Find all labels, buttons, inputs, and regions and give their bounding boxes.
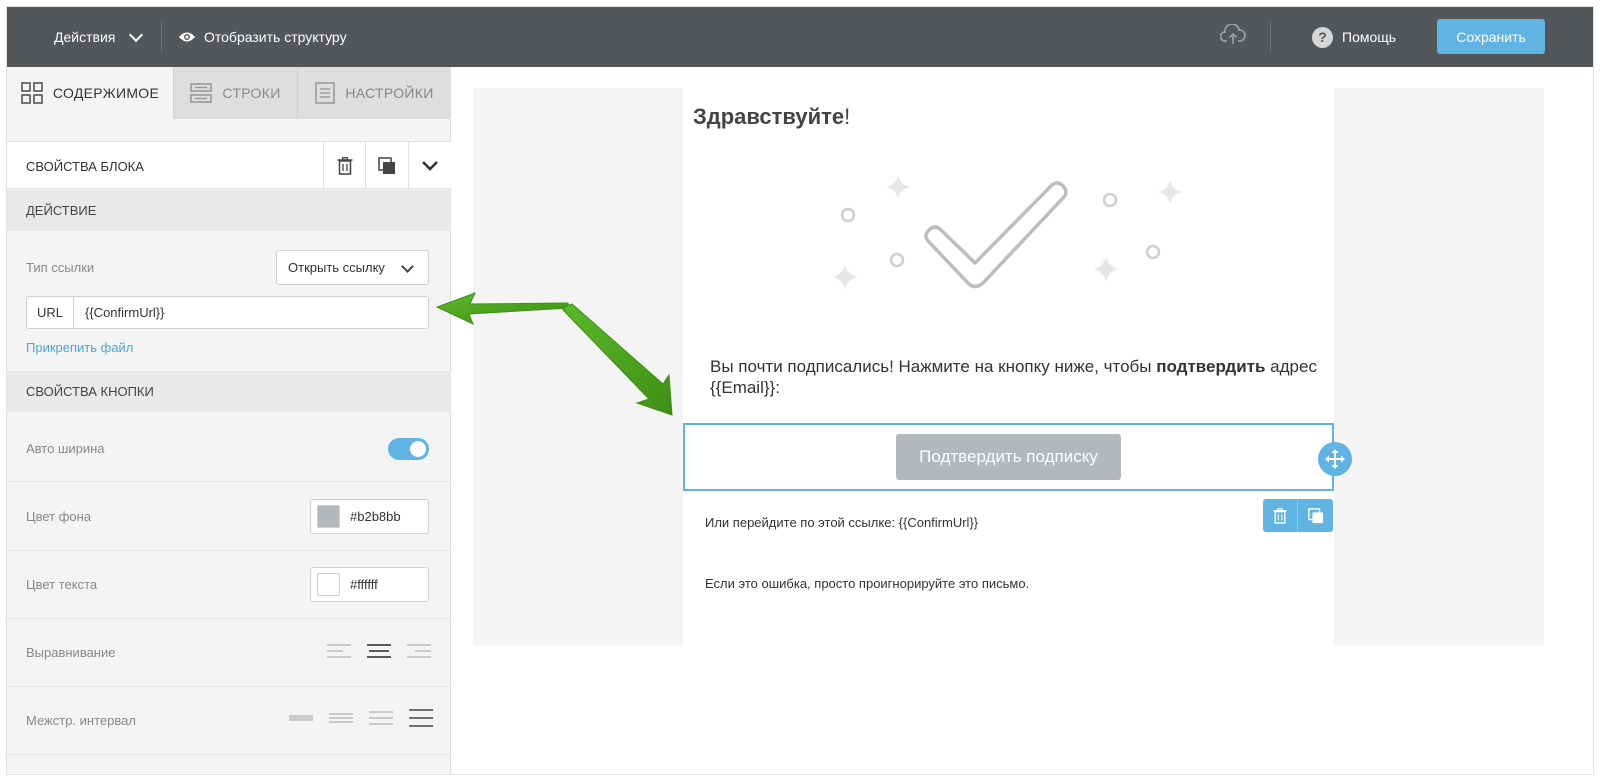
duplicate-block-button[interactable] — [365, 142, 407, 189]
auto-width-toggle[interactable] — [388, 438, 429, 460]
confirm-subscription-button[interactable]: Подтвердить подписку — [896, 434, 1121, 480]
rows-icon — [190, 83, 213, 103]
body-text-pre: Вы почти подписались! Нажмите на кнопку … — [710, 357, 1157, 376]
divider — [7, 618, 451, 619]
auto-width-label: Авто ширина — [26, 441, 105, 456]
chevron-down-icon — [129, 27, 144, 42]
toggle-knob — [410, 441, 426, 457]
grid-icon — [21, 82, 43, 104]
chevron-down-icon — [401, 260, 414, 273]
divider — [7, 686, 451, 687]
chevron-down-icon — [421, 160, 438, 171]
align-left-icon[interactable] — [327, 643, 351, 659]
greeting-bold: Здравствуйте — [693, 104, 845, 129]
align-right-icon[interactable] — [407, 643, 431, 659]
line-height-3-icon[interactable] — [369, 709, 393, 727]
top-toolbar: Действия Отобразить структуру ? Помощь С… — [7, 7, 1593, 67]
bg-color-swatch — [317, 505, 340, 528]
actions-menu-button[interactable]: Действия — [54, 7, 144, 67]
bg-color-label: Цвет фона — [26, 509, 92, 524]
greeting-heading[interactable]: Здравствуйте! — [693, 104, 850, 130]
cloud-upload-button[interactable] — [1219, 23, 1246, 51]
show-structure-button[interactable]: Отобразить структуру — [178, 7, 347, 67]
action-section-header: ДЕЙСТВИЕ — [7, 190, 451, 231]
trash-icon — [337, 156, 352, 175]
confirmation-checkmark-illustration — [832, 175, 1182, 290]
bg-color-picker[interactable]: #b2b8bb — [310, 499, 429, 534]
tab-rows-label: СТРОКИ — [222, 85, 281, 101]
email-body: Здравствуйте! Вы почти подписались! Нажм… — [683, 88, 1352, 645]
divider — [7, 550, 451, 551]
confirm-link-text[interactable]: Или перейдите по этой ссылке: {{ConfirmU… — [705, 515, 978, 530]
move-arrows-icon — [1325, 449, 1345, 469]
align-label: Выравнивание — [26, 645, 116, 660]
delete-block-button[interactable] — [323, 142, 365, 189]
email-canvas: Здравствуйте! Вы почти подписались! Нажм… — [473, 88, 1544, 645]
url-input[interactable]: {{ConfirmUrl}} — [74, 297, 428, 328]
link-type-value: Открыть ссылку — [288, 260, 385, 275]
block-properties-header: СВОЙСТВА БЛОКА — [7, 141, 451, 189]
tab-content[interactable]: СОДЕРЖИМОЕ — [7, 67, 173, 119]
line-height-options — [289, 709, 433, 727]
settings-page-icon — [315, 82, 336, 104]
url-field[interactable]: URL {{ConfirmUrl}} — [26, 296, 429, 329]
divider — [1270, 21, 1271, 53]
tab-settings[interactable]: НАСТРОЙКИ — [297, 67, 451, 119]
greeting-tail: ! — [844, 104, 851, 129]
link-type-label: Тип ссылки — [26, 260, 95, 275]
attach-file-link[interactable]: Прикрепить файл — [26, 340, 133, 355]
save-button[interactable]: Сохранить — [1437, 19, 1545, 54]
actions-label: Действия — [54, 29, 116, 45]
eye-icon — [179, 32, 195, 42]
properties-panel: СОДЕРЖИМОЕ СТРОКИ НАСТРОЙКИ СВОЙСТВА БЛО… — [7, 67, 451, 774]
align-options — [327, 643, 431, 659]
url-prefix-label: URL — [27, 297, 74, 328]
align-center-icon[interactable] — [367, 643, 391, 659]
cloud-upload-icon — [1219, 23, 1246, 44]
collapse-block-button[interactable] — [408, 142, 450, 189]
delete-block-mini-button[interactable] — [1263, 499, 1298, 532]
duplicate-block-mini-button[interactable] — [1298, 499, 1333, 532]
selected-button-block[interactable]: Подтвердить подписку — [683, 423, 1352, 491]
line-height-1-icon[interactable] — [289, 709, 313, 727]
help-button[interactable]: ? Помощь — [1312, 7, 1396, 67]
trash-icon — [1273, 507, 1287, 524]
app-window: Действия Отобразить структуру ? Помощь С… — [6, 6, 1594, 775]
duplicate-icon — [377, 156, 395, 174]
email-body-text[interactable]: Вы почти подписались! Нажмите на кнопку … — [710, 356, 1320, 398]
ignore-notice-text[interactable]: Если это ошибка, просто проигнорируйте э… — [705, 576, 1029, 591]
line-height-label: Межстр. интервал — [26, 713, 136, 728]
help-label: Помощь — [1342, 29, 1397, 45]
help-icon: ? — [1312, 26, 1333, 48]
text-color-picker[interactable]: #ffffff — [310, 567, 429, 602]
text-color-value: #ffffff — [350, 577, 378, 592]
duplicate-icon — [1307, 507, 1323, 523]
text-color-swatch — [317, 573, 340, 596]
bg-color-value: #b2b8bb — [350, 509, 401, 524]
line-height-2-icon[interactable] — [329, 709, 353, 727]
body-text-bold: подтвердить — [1156, 357, 1266, 376]
block-properties-title: СВОЙСТВА БЛОКА — [26, 158, 144, 174]
divider — [7, 754, 451, 755]
block-mini-toolbar — [1263, 499, 1333, 532]
line-height-4-icon[interactable] — [409, 709, 433, 727]
text-color-label: Цвет текста — [26, 577, 98, 592]
show-structure-label: Отобразить структуру — [204, 29, 347, 45]
divider — [7, 481, 451, 482]
divider — [161, 21, 162, 53]
button-props-section-header: СВОЙСТВА КНОПКИ — [7, 371, 451, 412]
panel-tabs: СОДЕРЖИМОЕ СТРОКИ НАСТРОЙКИ — [7, 67, 451, 119]
tab-settings-label: НАСТРОЙКИ — [345, 85, 434, 101]
move-block-handle[interactable] — [1318, 442, 1352, 476]
link-type-select[interactable]: Открыть ссылку — [276, 250, 429, 285]
tab-rows[interactable]: СТРОКИ — [173, 67, 297, 119]
tab-content-label: СОДЕРЖИМОЕ — [52, 85, 160, 101]
